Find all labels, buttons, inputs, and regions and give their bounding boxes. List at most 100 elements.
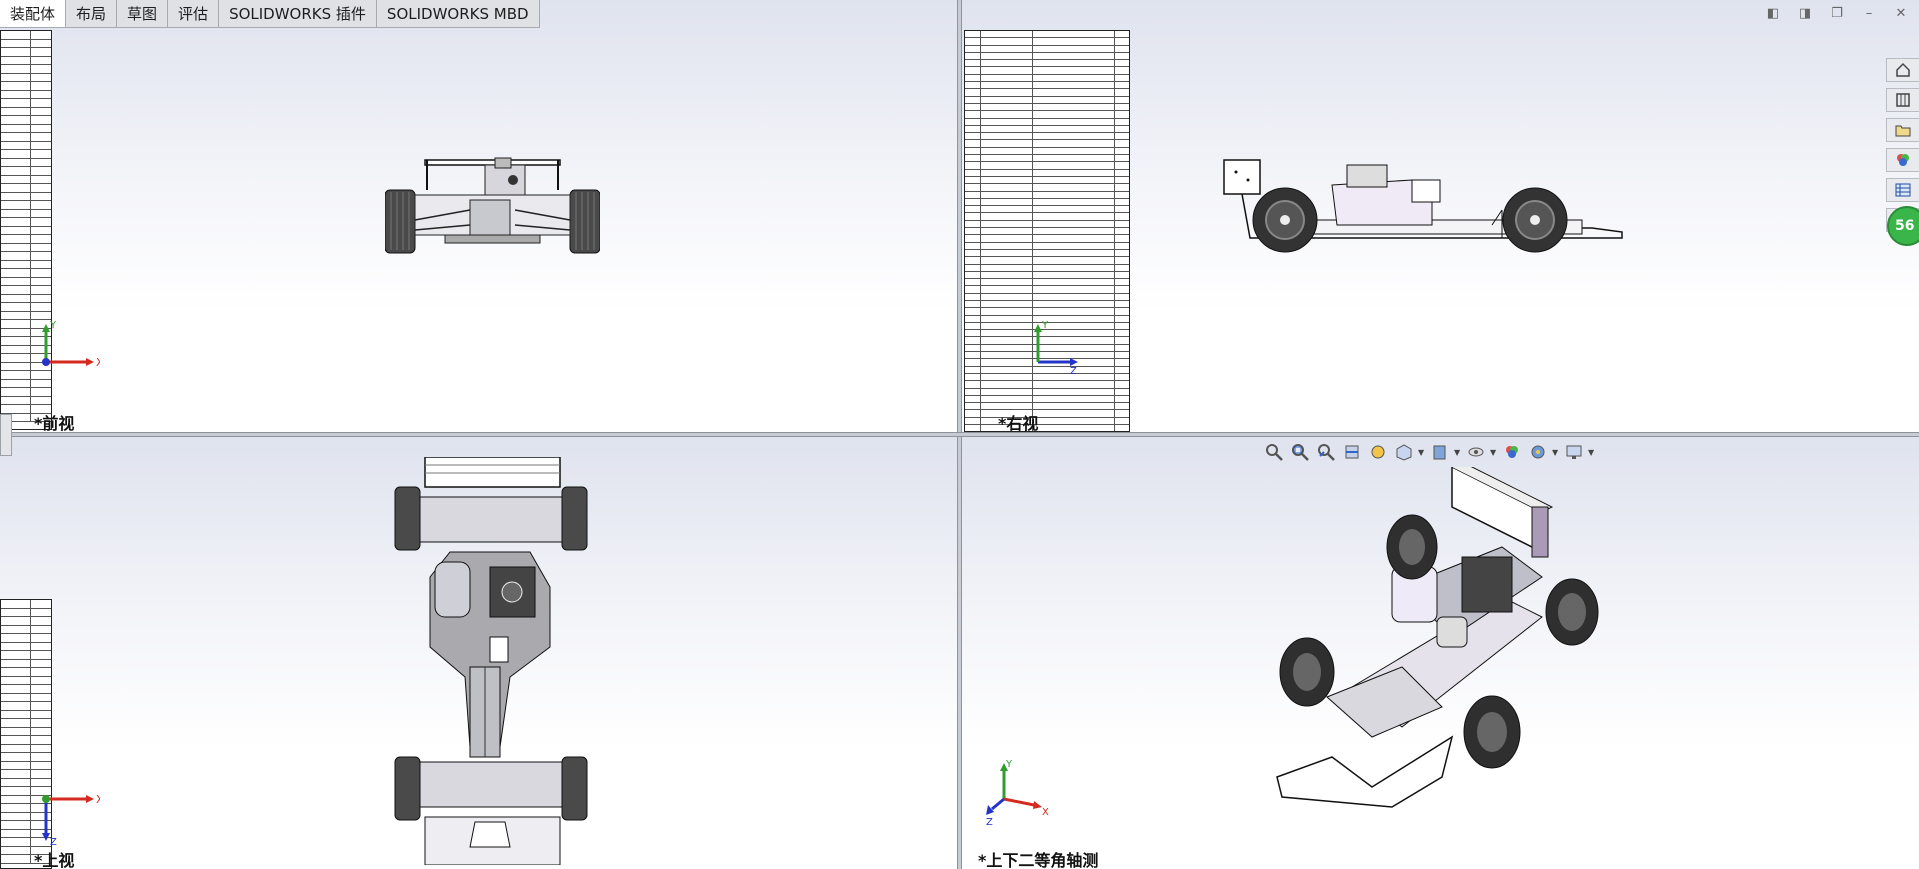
bom-cell bbox=[1033, 395, 1115, 403]
bom-cell bbox=[1033, 60, 1115, 67]
bom-cell bbox=[1033, 52, 1115, 60]
bom-row bbox=[965, 96, 1129, 104]
zoom-area-icon[interactable] bbox=[1288, 440, 1312, 464]
bom-cell bbox=[31, 150, 49, 158]
bom-cell bbox=[981, 67, 1033, 74]
chevron-down-icon[interactable]: ▼ bbox=[1588, 448, 1596, 457]
bom-cell bbox=[31, 303, 49, 311]
tab-solidworks-mbd[interactable]: SOLIDWORKS MBD bbox=[376, 0, 540, 28]
viewport-isometric[interactable]: Y X Z *上下二等角轴测 bbox=[962, 437, 1919, 869]
bom-row bbox=[1, 617, 51, 626]
bom-cell bbox=[31, 660, 49, 668]
view-label-right: *右视 bbox=[998, 414, 1039, 432]
bom-row bbox=[1, 770, 51, 779]
bom-cell bbox=[1115, 410, 1129, 416]
bom-row bbox=[1, 710, 51, 719]
performance-badge[interactable]: 56 bbox=[1887, 206, 1919, 246]
panel-collapse-handle[interactable] bbox=[0, 414, 12, 456]
bom-cell bbox=[1033, 235, 1115, 242]
bom-cell bbox=[1, 710, 31, 718]
bom-cell bbox=[1115, 337, 1129, 343]
bom-cell bbox=[31, 745, 49, 753]
bom-cell bbox=[1115, 286, 1129, 292]
bom-cell bbox=[981, 52, 1033, 60]
bom-cell bbox=[1, 642, 31, 650]
viewport-front[interactable]: X Y *前视 bbox=[0, 0, 957, 432]
dynamic-annotation-icon[interactable] bbox=[1366, 440, 1390, 464]
car-isometric-view[interactable] bbox=[1252, 467, 1612, 827]
restore-icon[interactable]: ❐ bbox=[1829, 6, 1845, 22]
bom-cell bbox=[1, 736, 31, 744]
tab-assembly[interactable]: 装配体 bbox=[0, 0, 67, 28]
car-side-view[interactable] bbox=[1222, 150, 1632, 260]
tab-layout[interactable]: 布局 bbox=[66, 0, 118, 28]
bom-cell bbox=[1, 116, 31, 124]
minimize-icon[interactable]: – bbox=[1861, 6, 1877, 22]
chevron-down-icon[interactable]: ▼ bbox=[1454, 448, 1462, 457]
bom-cell bbox=[1115, 381, 1129, 387]
view-settings-icon[interactable] bbox=[1562, 440, 1586, 464]
bom-cell bbox=[1, 192, 31, 200]
bom-cell bbox=[1033, 308, 1115, 315]
bom-cell bbox=[1115, 97, 1129, 103]
bom-cell bbox=[1, 855, 31, 863]
display-style-icon[interactable] bbox=[1428, 440, 1452, 464]
apply-scene-icon[interactable] bbox=[1526, 440, 1550, 464]
hide-show-icon[interactable] bbox=[1464, 440, 1488, 464]
bom-cell bbox=[31, 235, 49, 243]
bom-cell bbox=[965, 381, 981, 388]
bom-cell bbox=[1033, 213, 1115, 220]
bom-cell bbox=[981, 184, 1033, 191]
tab-evaluate[interactable]: 评估 bbox=[168, 0, 220, 28]
bom-cell bbox=[1115, 162, 1129, 168]
chevron-down-icon[interactable]: ▼ bbox=[1418, 448, 1426, 457]
bom-cell bbox=[965, 410, 981, 417]
close-icon[interactable]: ✕ bbox=[1893, 6, 1909, 22]
chevron-down-icon[interactable]: ▼ bbox=[1552, 448, 1560, 457]
bom-cell bbox=[1033, 279, 1115, 286]
car-front-view[interactable] bbox=[385, 150, 600, 260]
tile-left-icon[interactable]: ◧ bbox=[1765, 6, 1781, 22]
tab-sketch[interactable]: 草图 bbox=[117, 0, 169, 28]
bom-cell bbox=[1033, 111, 1115, 118]
chevron-down-icon[interactable]: ▼ bbox=[1490, 448, 1498, 457]
bom-row bbox=[965, 425, 1129, 431]
car-top-view[interactable] bbox=[390, 457, 590, 865]
bom-cell bbox=[1, 396, 31, 404]
home-icon[interactable] bbox=[1886, 58, 1919, 82]
section-view-icon[interactable] bbox=[1340, 440, 1364, 464]
bom-row bbox=[1, 150, 51, 159]
bom-cell bbox=[31, 201, 49, 209]
bom-cell bbox=[965, 118, 981, 125]
bom-cell bbox=[31, 762, 49, 770]
viewport-splitter-horizontal[interactable] bbox=[0, 432, 1919, 437]
zoom-to-fit-icon[interactable] bbox=[1262, 440, 1286, 464]
bom-cell bbox=[1, 354, 31, 362]
bom-row bbox=[1, 685, 51, 694]
bom-cell bbox=[981, 249, 1033, 257]
bom-row bbox=[965, 286, 1129, 294]
bom-cell bbox=[1, 150, 31, 158]
edit-appearance-icon[interactable] bbox=[1500, 440, 1524, 464]
viewport-top[interactable]: X Z *上视 bbox=[0, 437, 957, 869]
view-label-top: *上视 bbox=[34, 851, 75, 869]
tile-right-icon[interactable]: ◨ bbox=[1797, 6, 1813, 22]
appearance-icon[interactable] bbox=[1886, 148, 1919, 172]
bom-cell bbox=[1115, 228, 1129, 234]
bom-cell bbox=[31, 167, 49, 175]
folder-icon[interactable] bbox=[1886, 118, 1919, 142]
tab-solidworks-addins[interactable]: SOLIDWORKS 插件 bbox=[219, 0, 377, 28]
previous-view-icon[interactable] bbox=[1314, 440, 1338, 464]
bom-cell bbox=[1, 252, 31, 260]
view-orientation-icon[interactable] bbox=[1392, 440, 1416, 464]
bom-row bbox=[965, 410, 1129, 418]
3d-library-icon[interactable] bbox=[1886, 88, 1919, 112]
viewport-right[interactable]: Z Y *右视 ◧ ◨ ❐ – ✕ bbox=[962, 0, 1919, 432]
bom-cell bbox=[1115, 60, 1129, 66]
bom-cell bbox=[965, 366, 981, 373]
bom-row bbox=[1, 736, 51, 745]
bom-cell bbox=[1, 838, 31, 846]
bom-cell bbox=[981, 213, 1033, 220]
bom-cell bbox=[1, 286, 31, 294]
custom-properties-icon[interactable] bbox=[1886, 178, 1919, 202]
